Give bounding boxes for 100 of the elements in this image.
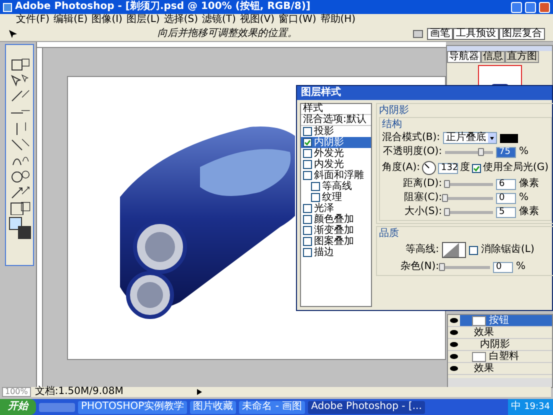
slider-track[interactable] xyxy=(442,266,490,268)
unit-label: % xyxy=(519,147,529,157)
menu-item[interactable]: 视图(V) xyxy=(240,15,275,25)
checkbox[interactable] xyxy=(303,171,312,180)
slider-track[interactable] xyxy=(445,150,493,154)
field-label: 混合模式(B): xyxy=(382,133,440,143)
checkbox[interactable] xyxy=(472,164,482,172)
palette-tab[interactable]: 画笔 xyxy=(427,28,453,40)
angle-dial-icon[interactable] xyxy=(422,161,436,175)
number-field[interactable]: 6 xyxy=(496,178,516,190)
zoom-field[interactable]: 100% xyxy=(2,387,31,397)
style-list-item[interactable]: 等高线 xyxy=(301,181,371,192)
number-field[interactable]: 75 xyxy=(496,146,516,158)
field-label: 等高线: xyxy=(404,245,439,255)
blend-mode-dropdown[interactable]: 正片叠底 xyxy=(443,132,498,144)
checkbox[interactable] xyxy=(303,248,312,257)
style-list-item[interactable]: 投影 xyxy=(301,126,371,137)
unit-label: 像素 xyxy=(519,179,539,189)
panel-tab[interactable]: 导航器 xyxy=(447,51,481,63)
slider-thumb[interactable] xyxy=(444,208,450,216)
checkbox[interactable] xyxy=(303,204,312,213)
style-list-item[interactable]: 光泽 xyxy=(301,203,371,214)
palette-tab[interactable]: 图层复合 xyxy=(499,28,545,40)
app-icon xyxy=(3,2,12,12)
tool-icon[interactable] xyxy=(8,201,30,215)
style-list-item[interactable]: 斜面和浮雕 xyxy=(301,170,371,181)
style-list-item[interactable]: 混合选项:默认 xyxy=(301,115,371,126)
color-swatch[interactable] xyxy=(500,134,518,142)
style-list-item[interactable]: 渐变叠加 xyxy=(301,225,371,236)
maximize-icon[interactable] xyxy=(525,2,536,12)
checkbox[interactable] xyxy=(303,127,312,136)
style-list-item[interactable]: 描边 xyxy=(301,247,371,258)
checkbox[interactable] xyxy=(469,246,478,254)
style-list-item[interactable]: 纹理 xyxy=(301,192,371,203)
style-list-item[interactable]: 内阴影 xyxy=(301,137,371,148)
number-field[interactable]: 0 xyxy=(496,192,516,204)
close-icon[interactable] xyxy=(539,2,550,12)
checkbox[interactable] xyxy=(303,149,312,158)
style-list-item[interactable]: 样式 xyxy=(301,104,371,115)
menu-item[interactable]: 窗口(W) xyxy=(278,15,316,25)
checkbox[interactable] xyxy=(311,182,320,191)
layer-name: 白塑料 xyxy=(489,352,519,362)
triangle-icon[interactable] xyxy=(197,389,202,395)
field-label: 杂色(N): xyxy=(399,262,439,272)
number-field[interactable]: 132 xyxy=(438,162,458,174)
style-list-item[interactable]: 内发光 xyxy=(301,159,371,170)
slider-track[interactable] xyxy=(445,182,493,186)
dialog-title: 图层样式 xyxy=(297,86,552,100)
number-field[interactable]: 0 xyxy=(493,262,513,272)
style-list-item[interactable]: 图案叠加 xyxy=(301,236,371,247)
checkbox[interactable] xyxy=(303,160,312,169)
menu-item[interactable]: 文件(F) xyxy=(16,15,50,25)
checkbox[interactable] xyxy=(303,237,312,246)
effect-name[interactable]: 内阴影 xyxy=(460,340,510,350)
field-label: 距离(D): xyxy=(402,179,442,189)
minimize-icon[interactable] xyxy=(511,2,522,12)
effects-label[interactable]: 效果 xyxy=(460,364,494,374)
style-list-item[interactable]: 外发光 xyxy=(301,148,371,159)
taskbar-item[interactable]: Adobe Photoshop - [... xyxy=(308,400,425,414)
field-label: 大小(S): xyxy=(403,207,442,217)
panel-tab[interactable]: 信息 xyxy=(481,51,505,63)
unit-label: % xyxy=(519,193,529,203)
style-list-item[interactable]: 颜色叠加 xyxy=(301,214,371,225)
checkbox[interactable] xyxy=(303,226,312,235)
taskbar-item[interactable]: PHOTOSHOP实例教学 xyxy=(78,400,188,414)
menu-item[interactable]: 滤镜(T) xyxy=(202,15,236,25)
menu-item[interactable]: 图像(I) xyxy=(92,15,122,25)
arrow-cursor-icon[interactable] xyxy=(8,28,18,38)
clock: 19:34 xyxy=(524,402,550,412)
menu-item[interactable]: 图层(L) xyxy=(126,15,160,25)
effects-label[interactable]: 效果 xyxy=(460,328,494,338)
checkbox-label: 使用全局光(G) xyxy=(483,163,549,173)
menu-item[interactable]: 帮助(H) xyxy=(320,15,356,25)
taskbar-item[interactable]: 图片收藏 xyxy=(190,400,236,414)
palette-tab[interactable]: 工具预设 xyxy=(453,28,499,40)
checkbox[interactable] xyxy=(303,215,312,224)
layer-row[interactable]: 按钮 xyxy=(460,315,552,326)
slider-track[interactable] xyxy=(445,196,493,200)
checkbox[interactable] xyxy=(311,193,320,202)
number-field[interactable]: 5 xyxy=(496,206,516,218)
menu-item[interactable]: 选择(S) xyxy=(164,15,198,25)
start-button[interactable]: 开始 xyxy=(0,399,36,415)
panel-tab[interactable]: 直方图 xyxy=(505,51,539,63)
menu-item[interactable]: 编辑(E) xyxy=(54,15,88,25)
taskbar-item[interactable]: 未命名 - 画图 xyxy=(239,400,306,414)
slider-thumb[interactable] xyxy=(442,194,448,202)
color-swatches[interactable] xyxy=(8,217,30,239)
checkbox[interactable] xyxy=(303,138,312,147)
slider-thumb[interactable] xyxy=(444,180,450,188)
tool-icon[interactable] xyxy=(8,73,30,87)
layer-name: 按钮 xyxy=(489,316,509,326)
tool-icon[interactable] xyxy=(8,169,30,183)
caret-icon xyxy=(488,133,496,143)
slider-thumb[interactable] xyxy=(478,148,484,156)
slider-track[interactable] xyxy=(445,210,493,214)
contour-preview-icon[interactable] xyxy=(442,242,466,258)
layer-row[interactable]: 白塑料 xyxy=(460,351,552,362)
slider-thumb[interactable] xyxy=(439,262,445,270)
tool-icon[interactable] xyxy=(8,57,30,71)
tool-icon[interactable] xyxy=(8,137,30,151)
